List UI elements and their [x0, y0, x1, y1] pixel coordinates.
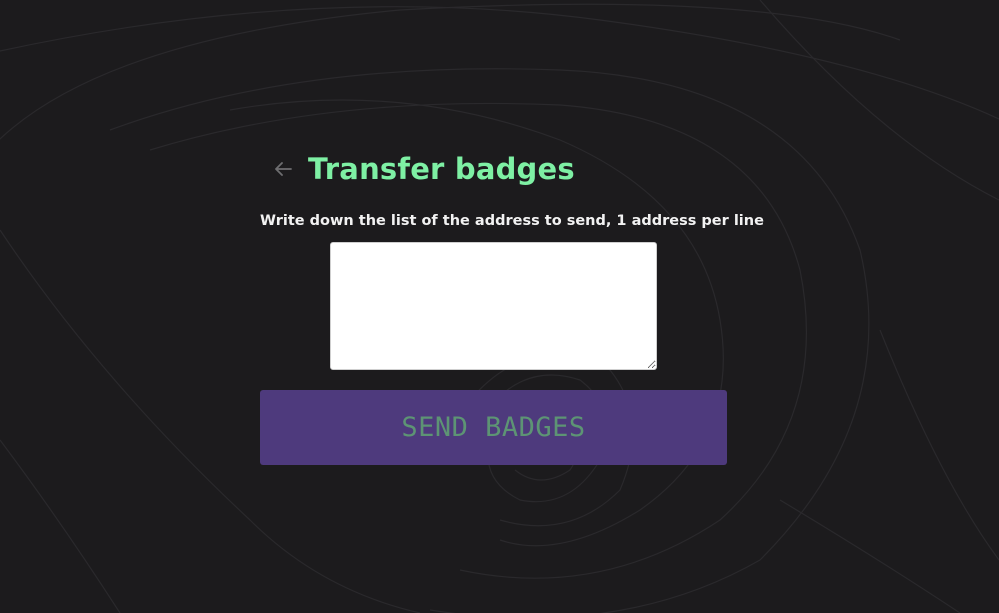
arrow-left-icon	[275, 162, 292, 176]
addresses-field-wrapper	[330, 242, 657, 370]
page-title: Transfer badges	[308, 152, 575, 186]
addresses-textarea[interactable]	[330, 242, 657, 370]
instructions-text: Write down the list of the address to se…	[260, 213, 764, 229]
back-button[interactable]	[272, 158, 294, 180]
panel-header: Transfer badges	[272, 149, 575, 189]
send-badges-button[interactable]: SEND BADGES	[260, 390, 727, 465]
